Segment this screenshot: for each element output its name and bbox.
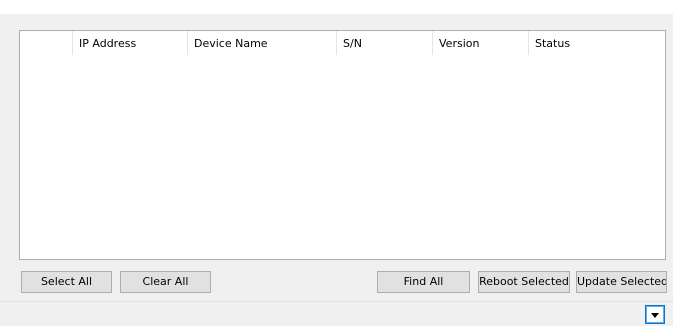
device-list-body[interactable] bbox=[20, 55, 665, 259]
select-all-button[interactable]: Select All bbox=[21, 271, 112, 293]
column-header-serial-number[interactable]: S/N bbox=[337, 31, 433, 55]
device-list-header: IP Address Device Name S/N Version Statu… bbox=[20, 31, 665, 55]
clear-all-button[interactable]: Clear All bbox=[120, 271, 211, 293]
column-header-status[interactable]: Status bbox=[529, 31, 665, 55]
expand-panel-button[interactable] bbox=[645, 305, 665, 324]
column-header-version[interactable]: Version bbox=[433, 31, 529, 55]
column-header-ip-address[interactable]: IP Address bbox=[73, 31, 188, 55]
top-strip bbox=[0, 0, 673, 14]
column-header-select[interactable] bbox=[20, 31, 73, 55]
bottom-strip bbox=[0, 302, 673, 326]
find-all-button[interactable]: Find All bbox=[377, 271, 470, 293]
column-header-device-name[interactable]: Device Name bbox=[188, 31, 337, 55]
reboot-selected-button[interactable]: Reboot Selected bbox=[478, 271, 570, 293]
update-selected-button[interactable]: Update Selected bbox=[576, 271, 667, 293]
triangle-down-icon bbox=[651, 312, 659, 318]
device-list[interactable]: IP Address Device Name S/N Version Statu… bbox=[19, 30, 666, 260]
